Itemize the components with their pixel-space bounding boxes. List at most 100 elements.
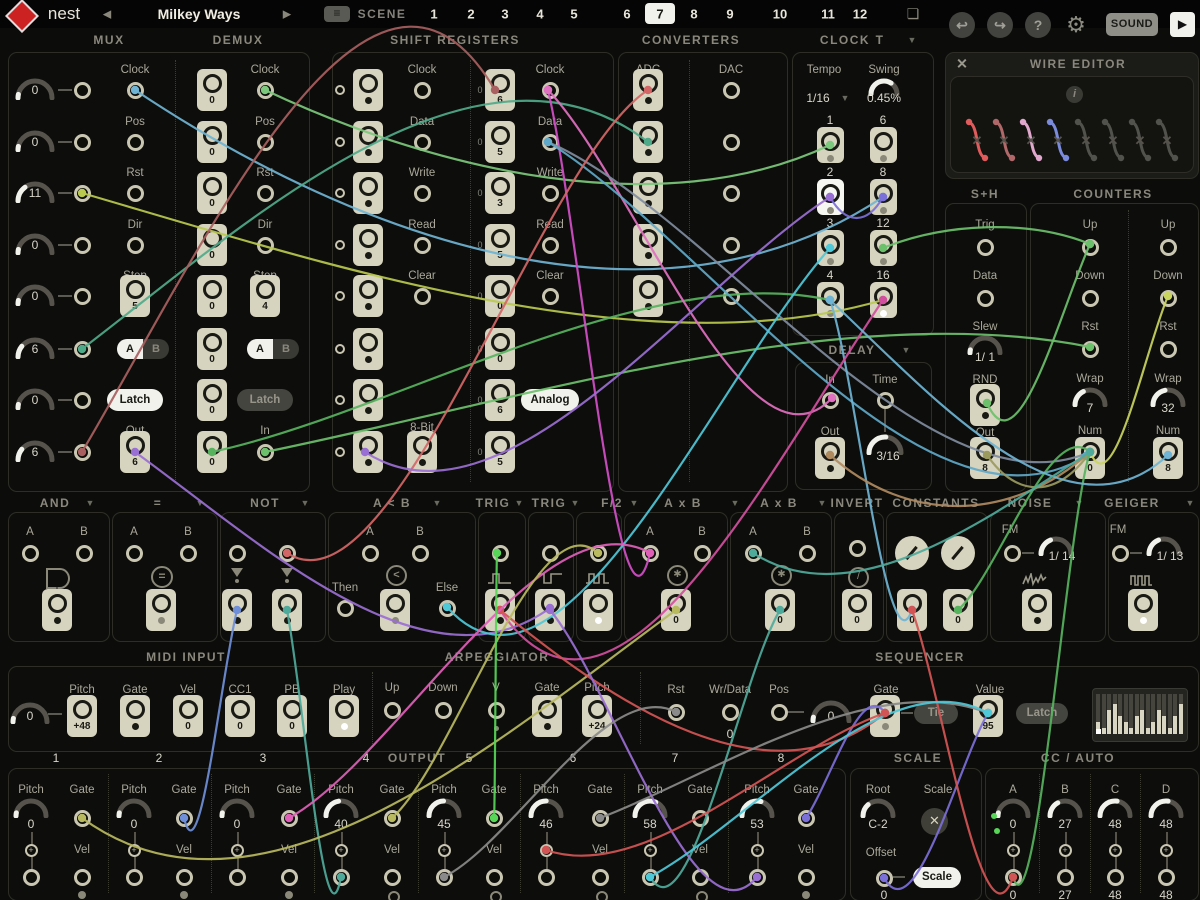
sr1-bit-input-jack[interactable] [335, 395, 345, 405]
sr1-bit-jack[interactable] [353, 275, 383, 317]
input-a-jack[interactable] [362, 545, 379, 562]
cc-knob-value[interactable]: 27 [1058, 817, 1071, 831]
step-bar[interactable] [1146, 728, 1150, 734]
adc-jack[interactable] [633, 69, 663, 111]
dropdown-arrow-icon[interactable]: ▼ [908, 35, 917, 45]
scale-knob[interactable]: ✕ [921, 808, 948, 835]
seq-gate-jack[interactable] [870, 695, 900, 737]
out-pitch-value[interactable]: 58 [643, 817, 656, 831]
mux-pos-jack[interactable] [127, 134, 144, 151]
trig-out-jack[interactable] [535, 589, 565, 631]
step-bar[interactable] [1168, 728, 1172, 734]
counter-num-jack[interactable]: 0 [1075, 437, 1105, 479]
out-gate-jack[interactable] [486, 810, 503, 827]
out-gate-jack[interactable] [384, 810, 401, 827]
play-button[interactable]: ▶ [1170, 12, 1195, 37]
knob-arc[interactable] [321, 796, 361, 818]
midi-pitch-jack[interactable]: +48 [67, 695, 97, 737]
out-vel-jack[interactable] [74, 869, 91, 886]
counter-up-jack[interactable] [1082, 239, 1099, 256]
sr1-bit-input-jack[interactable] [335, 137, 345, 147]
preset-prev-icon[interactable]: ◀ [103, 8, 111, 21]
out-gate-jack[interactable] [281, 810, 298, 827]
wire-slot-2[interactable]: ✕ [992, 118, 1016, 162]
out-pitch-jack[interactable] [538, 869, 555, 886]
trig-in-jack[interactable] [492, 545, 509, 562]
sr1-bit-jack[interactable] [353, 69, 383, 111]
input-b-jack[interactable] [180, 545, 197, 562]
knob-arc[interactable] [858, 796, 898, 818]
seq-knob-value[interactable]: 0 [828, 709, 835, 723]
mux-step-jack[interactable]: 5 [120, 275, 150, 317]
mux-knob-jack[interactable] [74, 288, 91, 305]
step-bar[interactable] [1173, 716, 1177, 734]
delay-out-jack[interactable] [815, 437, 845, 479]
delay-time-value[interactable]: 3/16 [876, 449, 899, 463]
midi-gate-jack[interactable] [120, 695, 150, 737]
adc-jack[interactable] [633, 275, 663, 317]
preset-name[interactable]: Milkey Ways [158, 6, 241, 22]
equals-out-jack[interactable] [146, 589, 176, 631]
knob-arc[interactable] [1146, 796, 1186, 818]
ab-toggle-a[interactable]: A [117, 339, 143, 359]
out-pitch-jack[interactable] [333, 869, 350, 886]
sound-button[interactable]: SOUND [1106, 13, 1158, 36]
invert-out-jack[interactable]: 0 [842, 589, 872, 631]
sh-rnd-jack[interactable] [970, 384, 1000, 426]
sr1-bit-jack[interactable] [353, 172, 383, 214]
demux-pos-jack[interactable] [257, 134, 274, 151]
fm-jack[interactable] [1004, 545, 1021, 562]
out-vel-jack[interactable] [384, 869, 401, 886]
arp-up-jack[interactable] [384, 702, 401, 719]
demux-clock-jack[interactable] [257, 82, 274, 99]
mux-knob-jack[interactable] [74, 444, 91, 461]
mux-knob-jack[interactable] [74, 392, 91, 409]
dac-jack[interactable] [723, 82, 740, 99]
counter-num-jack[interactable]: 8 [1153, 437, 1183, 479]
dropdown-arrow-icon[interactable]: ▼ [433, 498, 442, 508]
info-icon[interactable]: i [1066, 86, 1083, 103]
close-icon[interactable]: ✕ [956, 56, 968, 73]
tempo-value[interactable]: 1/16 [806, 91, 829, 105]
step-bar[interactable] [1118, 716, 1122, 734]
mux-rst-jack[interactable] [127, 185, 144, 202]
sh-data-jack[interactable] [977, 290, 994, 307]
step-bar[interactable] [1179, 704, 1183, 734]
sr1-bit-input-jack[interactable] [335, 188, 345, 198]
out-vel-jack[interactable] [486, 869, 503, 886]
arp-gate-jack[interactable] [532, 695, 562, 737]
out-pitch-value[interactable]: 0 [28, 817, 35, 831]
adc-jack[interactable] [633, 172, 663, 214]
sr1-bit-jack[interactable] [353, 224, 383, 266]
sr2-clear-jack[interactable] [542, 288, 559, 305]
mux-knob-value[interactable]: 0 [32, 289, 39, 303]
scene-button-1[interactable]: 1 [430, 7, 437, 22]
counter-down-jack[interactable] [1160, 290, 1177, 307]
seq-pos-jack[interactable] [771, 704, 788, 721]
clock-div-4-jack[interactable] [817, 282, 844, 318]
adc-jack[interactable] [633, 121, 663, 163]
sr1-bit-jack[interactable] [353, 379, 383, 421]
knob-arc[interactable] [217, 796, 257, 818]
wire-slot-3[interactable]: ✕ [1019, 118, 1043, 162]
constant-out-jack[interactable]: 0 [897, 589, 927, 631]
scene-button-7[interactable]: 7 [656, 7, 663, 22]
mux-knob-jack[interactable] [74, 134, 91, 151]
mux-out-jack[interactable]: 6 [120, 431, 150, 473]
ab-toggle[interactable]: AB [247, 339, 299, 359]
mux-knob-jack[interactable] [74, 341, 91, 358]
sr1-clear-jack[interactable] [414, 288, 431, 305]
out-gate-jack[interactable] [798, 810, 815, 827]
ab-toggle-a[interactable]: A [247, 339, 273, 359]
out-pitch-jack[interactable] [436, 869, 453, 886]
step-bar[interactable] [1162, 716, 1166, 734]
seq-value-jack[interactable]: 95 [973, 695, 1003, 737]
else-jack[interactable] [439, 600, 456, 617]
not-out-jack[interactable] [222, 589, 252, 631]
step-bar[interactable] [1140, 710, 1144, 734]
input-b-jack[interactable] [799, 545, 816, 562]
seq-rst-jack[interactable] [668, 704, 685, 721]
mux-knob-value[interactable]: 0 [32, 135, 39, 149]
step-bar[interactable] [1157, 710, 1161, 734]
preset-next-icon[interactable]: ▶ [283, 8, 291, 21]
